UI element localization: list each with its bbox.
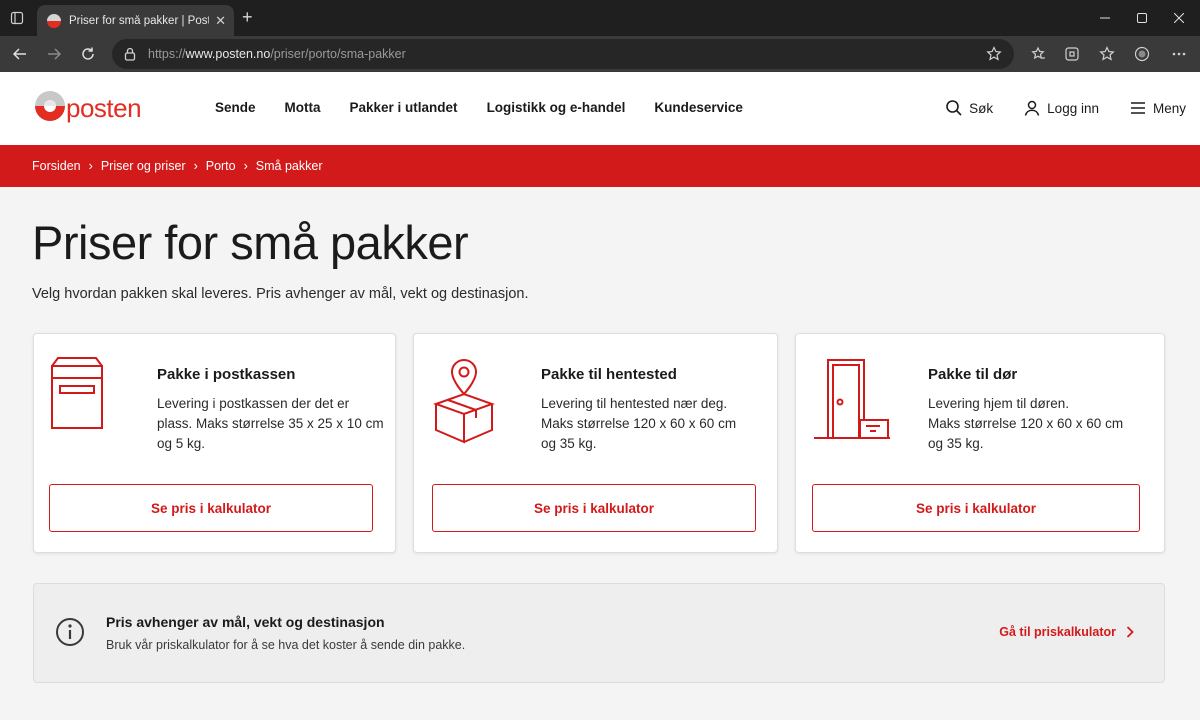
menu-button[interactable]: Meny	[1129, 99, 1186, 117]
card-description: Levering hjem til døren. Maks størrelse …	[928, 396, 1124, 451]
nav-motta[interactable]: Motta	[285, 100, 321, 115]
posten-favicon-icon	[47, 13, 61, 28]
tab-close-icon[interactable]: ✕	[215, 13, 226, 29]
pickup-point-icon	[428, 356, 512, 446]
chevron-right-icon	[1126, 626, 1134, 638]
breadcrumb: Forsiden › Priser og priser › Porto › Sm…	[0, 145, 1200, 187]
favorites-icon[interactable]	[1098, 45, 1116, 63]
forward-icon[interactable]	[43, 43, 65, 65]
url-text: https://www.posten.no/priser/porto/sma-p…	[148, 47, 406, 61]
card-description: Levering til hentested nær deg. Maks stø…	[541, 396, 737, 451]
browser-tab-bar: Priser for små pakker | Posten.no ✕ +	[0, 0, 1200, 36]
page-intro: Velg hvordan pakken skal leveres. Pris a…	[32, 286, 529, 302]
nav-kundeservice[interactable]: Kundeservice	[654, 100, 743, 115]
more-options-icon[interactable]	[1170, 45, 1188, 63]
extensions-icon[interactable]	[1063, 45, 1081, 63]
nav-sende[interactable]: Sende	[215, 100, 256, 115]
breadcrumb-item[interactable]: Forsiden	[32, 159, 81, 173]
page-title: Priser for små pakker	[32, 216, 469, 269]
main-nav: Sende Motta Pakker i utlandet Logistikk …	[215, 100, 743, 115]
nav-pakker-i-utlandet[interactable]: Pakker i utlandet	[350, 100, 458, 115]
hamburger-icon	[1130, 102, 1145, 114]
price-calculator-link[interactable]: Gå til priskalkulator	[999, 625, 1134, 639]
reload-icon[interactable]	[77, 43, 99, 65]
breadcrumb-item[interactable]: Priser og priser	[101, 159, 186, 173]
price-calculator-button[interactable]: Se pris i kalkulator	[49, 484, 373, 532]
mailbox-icon	[48, 356, 132, 446]
profile-icon[interactable]	[1133, 45, 1151, 63]
posten-logo[interactable]: posten	[32, 88, 142, 124]
card-title: Pakke til hentested	[541, 366, 677, 383]
chevron-right-icon: ›	[193, 159, 198, 173]
price-calculator-button[interactable]: Se pris i kalkulator	[812, 484, 1140, 532]
back-icon[interactable]	[9, 43, 31, 65]
window-close-icon[interactable]	[1156, 0, 1200, 36]
info-box: Pris avhenger av mål, vekt og destinasjo…	[33, 583, 1165, 683]
site-header: posten Sende Motta Pakker i utlandet Log…	[0, 72, 1200, 145]
tab-actions-icon[interactable]	[8, 9, 26, 27]
breadcrumb-item[interactable]: Porto	[206, 159, 236, 173]
lock-icon[interactable]	[124, 46, 140, 62]
delivery-card-pickup: Pakke til hentested Levering til hentest…	[413, 333, 778, 553]
info-title: Pris avhenger av mål, vekt og destinasjo…	[106, 614, 385, 630]
logo-text: posten	[66, 92, 142, 123]
card-title: Pakke til dør	[928, 366, 1018, 383]
tab-title: Priser for små pakker | Posten.no	[69, 14, 210, 27]
user-icon	[1024, 100, 1040, 116]
address-bar[interactable]: https://www.posten.no/priser/porto/sma-p…	[112, 39, 1014, 69]
favorite-star-icon[interactable]	[986, 46, 1002, 62]
card-title: Pakke i postkassen	[157, 366, 296, 383]
search-button[interactable]: Søk	[945, 99, 993, 117]
header-actions: Søk Logg inn Meny	[945, 99, 1200, 117]
delivery-card-mailbox: Pakke i postkassen Levering i postkassen…	[33, 333, 396, 553]
chevron-right-icon: ›	[88, 159, 93, 173]
delivery-card-door: Pakke til dør Levering hjem til døren. M…	[795, 333, 1165, 553]
browser-tab[interactable]: Priser for små pakker | Posten.no ✕	[37, 5, 234, 36]
nav-logistikk[interactable]: Logistikk og e-handel	[487, 100, 626, 115]
chevron-right-icon: ›	[243, 159, 248, 173]
price-calculator-button[interactable]: Se pris i kalkulator	[432, 484, 756, 532]
search-label: Søk	[969, 100, 994, 116]
collections-icon[interactable]	[1029, 45, 1047, 63]
search-icon	[946, 100, 962, 116]
new-tab-icon[interactable]: +	[242, 8, 253, 26]
price-calculator-link-label: Gå til priskalkulator	[999, 625, 1116, 639]
info-icon	[54, 616, 86, 648]
login-button[interactable]: Logg inn	[1023, 99, 1099, 117]
door-delivery-icon	[810, 356, 894, 446]
browser-toolbar: https://www.posten.no/priser/porto/sma-p…	[0, 36, 1200, 72]
menu-label: Meny	[1152, 100, 1186, 116]
login-label: Logg inn	[1047, 100, 1099, 116]
posten-logo-icon	[32, 88, 68, 124]
card-description: Levering i postkassen der det er plass. …	[157, 396, 384, 451]
breadcrumb-current: Små pakker	[255, 159, 323, 173]
info-text: Bruk vår priskalkulator for å se hva det…	[106, 638, 466, 652]
